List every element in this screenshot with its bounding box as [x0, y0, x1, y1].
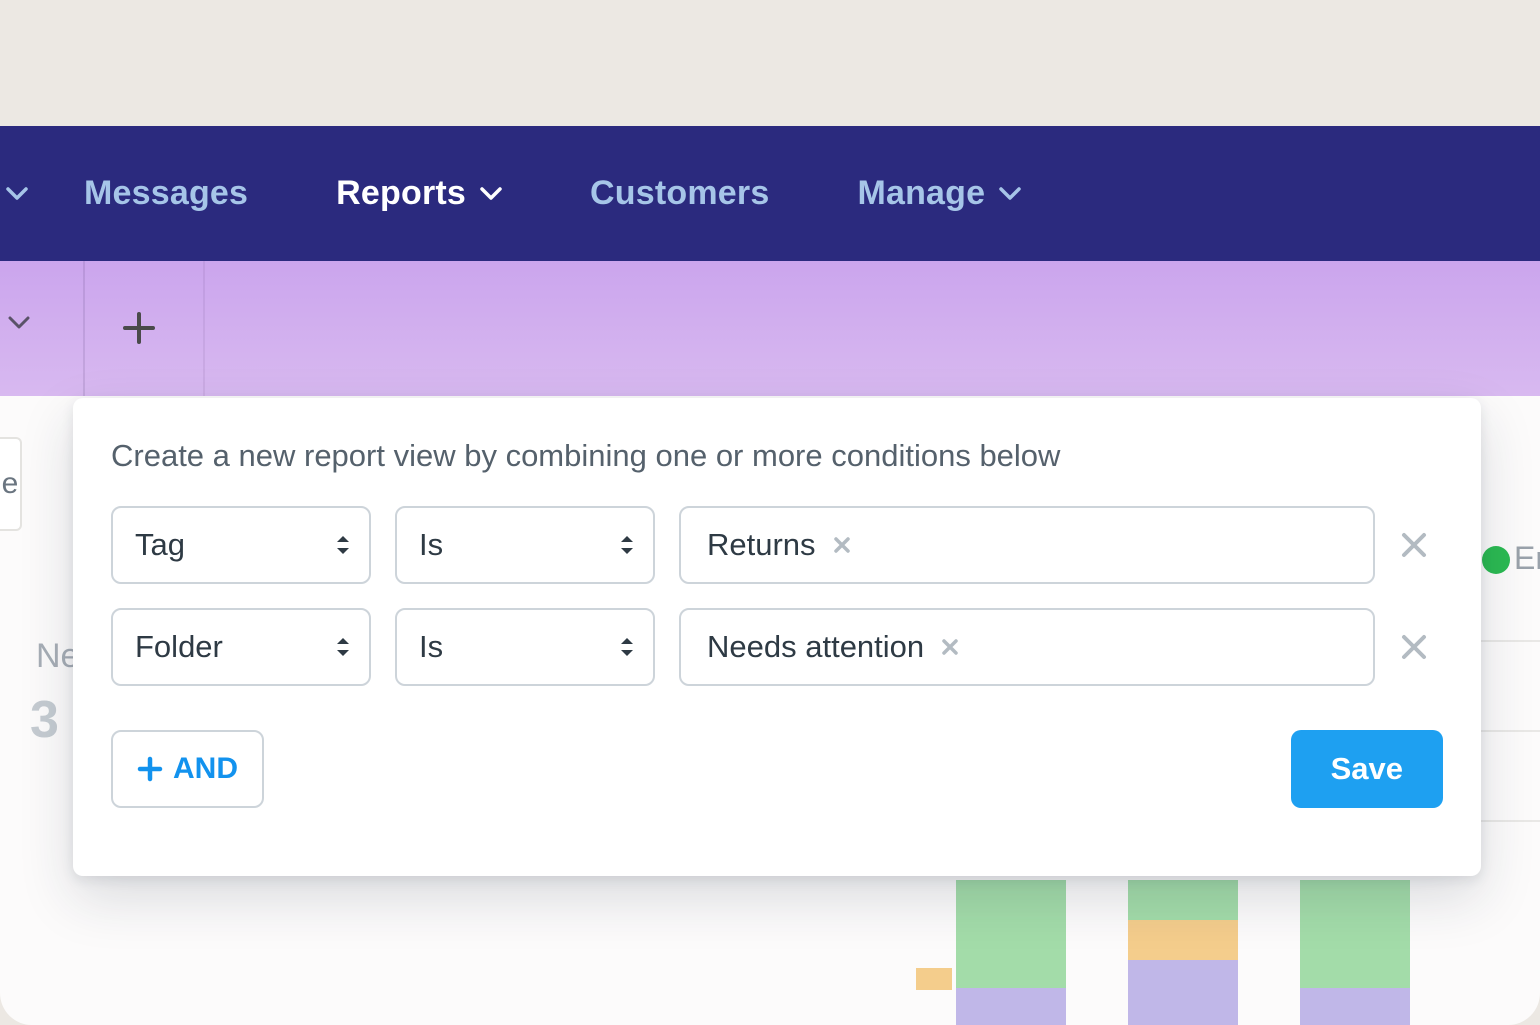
- nav-label: Customers: [590, 174, 769, 213]
- background-metric-value: 3: [30, 690, 59, 750]
- select-value: Is: [419, 629, 443, 665]
- divider: [1475, 730, 1540, 732]
- chevron-down-icon: [8, 316, 30, 330]
- nav-leading-dropdown[interactable]: [0, 187, 40, 201]
- nav-label: Reports: [336, 174, 466, 213]
- chart-bar: [1300, 988, 1410, 1025]
- remove-condition-button[interactable]: [1399, 632, 1443, 662]
- nav-item-manage[interactable]: Manage: [813, 174, 1065, 213]
- nav-item-customers[interactable]: Customers: [546, 174, 813, 213]
- chevron-down-icon: [999, 187, 1021, 201]
- chip-remove-button[interactable]: [940, 637, 960, 657]
- nav-item-messages[interactable]: Messages: [40, 174, 292, 213]
- condition-field-select[interactable]: Folder: [111, 608, 371, 686]
- divider: [1475, 640, 1540, 642]
- nav-label: Messages: [84, 174, 248, 213]
- condition-value-input[interactable]: Returns: [679, 506, 1375, 584]
- tab-dropdown[interactable]: [8, 316, 30, 330]
- plus-icon: [120, 309, 158, 347]
- panel-footer: AND Save: [111, 730, 1443, 808]
- close-icon: [832, 535, 852, 555]
- condition-value-input[interactable]: Needs attention: [679, 608, 1375, 686]
- condition-row: Tag Is Returns: [111, 506, 1443, 584]
- select-value: Folder: [135, 629, 223, 665]
- condition-operator-select[interactable]: Is: [395, 506, 655, 584]
- divider: [203, 261, 205, 396]
- select-value: Is: [419, 527, 443, 563]
- save-button[interactable]: Save: [1291, 730, 1443, 808]
- chip-label: Returns: [707, 527, 816, 563]
- condition-operator-select[interactable]: Is: [395, 608, 655, 686]
- sort-caret-icon: [619, 534, 635, 556]
- sort-caret-icon: [335, 534, 351, 556]
- add-and-condition-button[interactable]: AND: [111, 730, 264, 808]
- status-dot-icon: [1482, 546, 1510, 574]
- button-label: AND: [173, 752, 238, 786]
- chart-bar: [1128, 920, 1238, 960]
- background-status-fragment: Er: [1514, 540, 1540, 577]
- remove-condition-button[interactable]: [1399, 530, 1443, 560]
- chart-bar: [1128, 960, 1238, 1025]
- divider: [1475, 820, 1540, 822]
- top-navbar: Messages Reports Customers Manage: [0, 126, 1540, 261]
- sort-caret-icon: [335, 636, 351, 658]
- chip-remove-button[interactable]: [832, 535, 852, 555]
- close-icon: [1399, 632, 1429, 662]
- report-tabs-bar: [0, 261, 1540, 396]
- nav-label: Manage: [857, 174, 985, 213]
- divider: [83, 261, 85, 396]
- chevron-down-icon: [6, 187, 28, 201]
- nav-item-reports[interactable]: Reports: [292, 174, 546, 213]
- chip-label: Needs attention: [707, 629, 924, 665]
- chart-bar: [956, 988, 1066, 1025]
- text-fragment: e: [2, 467, 19, 501]
- chart-bar: [916, 968, 952, 990]
- chevron-down-icon: [480, 187, 502, 201]
- plus-icon: [137, 756, 163, 782]
- background-side-tab: e: [0, 437, 22, 531]
- add-tab-button[interactable]: [120, 309, 158, 347]
- close-icon: [1399, 530, 1429, 560]
- condition-field-select[interactable]: Tag: [111, 506, 371, 584]
- button-label: Save: [1331, 751, 1403, 786]
- select-value: Tag: [135, 527, 185, 563]
- close-icon: [940, 637, 960, 657]
- sort-caret-icon: [619, 636, 635, 658]
- condition-row: Folder Is Needs attention: [111, 608, 1443, 686]
- panel-description: Create a new report view by combining on…: [111, 438, 1443, 474]
- report-filter-panel: Create a new report view by combining on…: [73, 398, 1481, 876]
